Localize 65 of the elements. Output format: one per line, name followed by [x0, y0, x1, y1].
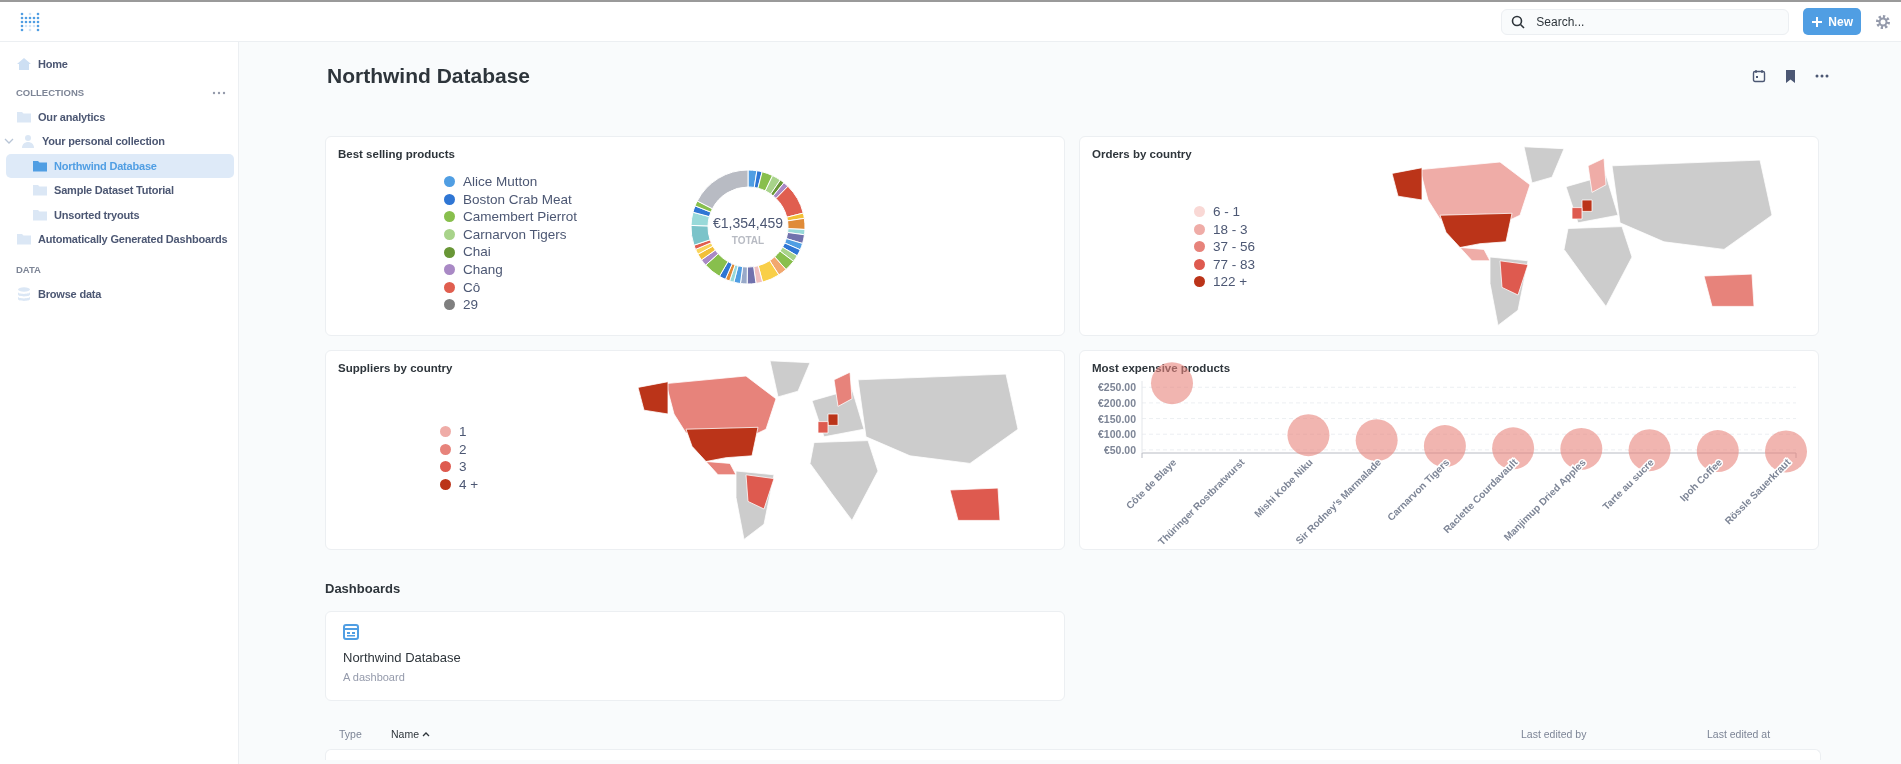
- section-heading: Dashboards: [325, 580, 402, 598]
- donut-slice: [769, 256, 787, 276]
- search-field[interactable]: Search...: [1501, 8, 1790, 35]
- legend-label: 1: [459, 425, 467, 439]
- folder-icon: [32, 182, 48, 199]
- sidebar-item[interactable]: Unsorted tryouts: [6, 202, 234, 227]
- legend-label: Carnarvon Tigers: [463, 227, 567, 242]
- database-icon: [16, 285, 32, 302]
- calendar-icon[interactable]: [1752, 69, 1766, 83]
- sidebar-item[interactable]: Sample Dataset Tutorial: [6, 178, 234, 203]
- axis-label: €200.00: [1098, 396, 1136, 409]
- dashboard-title: Northwind Database: [343, 650, 462, 665]
- more-icon[interactable]: [1815, 74, 1829, 78]
- legend-label: Camembert Pierrot: [463, 210, 578, 224]
- caret-icon: [422, 731, 430, 737]
- sidebar-item[interactable]: Our analytics: [6, 104, 234, 129]
- plus-icon: [1811, 15, 1824, 28]
- axis-label: €100.00: [1098, 428, 1136, 441]
- legend-label: Chai: [463, 245, 491, 259]
- card-title: Best selling products: [338, 148, 455, 160]
- legend-label: Boston Crab Meat: [463, 192, 572, 207]
- bubble: [1355, 419, 1398, 462]
- sidebar-item[interactable]: Home: [6, 52, 234, 77]
- axis-label: €150.00: [1098, 412, 1136, 425]
- logo-icon: [20, 11, 40, 32]
- legend-label: 2: [459, 442, 467, 456]
- bookmark-icon[interactable]: [1784, 69, 1797, 83]
- legend-label: 122 +: [1213, 275, 1248, 289]
- folder-icon: [16, 231, 32, 248]
- legend-label: Alice Mutton: [463, 175, 538, 189]
- bubble: [1287, 414, 1330, 457]
- legend-label: 18 - 3: [1213, 222, 1248, 236]
- donut-slice: [739, 266, 748, 285]
- legend-label: 29: [463, 298, 479, 312]
- axis-label: €50.00: [1103, 443, 1136, 456]
- card-title: Orders by country: [1092, 148, 1192, 160]
- column-header[interactable]: Last edited by: [1521, 728, 1587, 740]
- legend-label: 3: [459, 460, 467, 474]
- total-value: €1,354,459: [712, 215, 784, 231]
- column-header[interactable]: Name: [391, 728, 430, 740]
- legend-label: Cô: [463, 280, 481, 295]
- person-icon: [20, 133, 36, 150]
- home-icon: [16, 56, 32, 73]
- settings-icon[interactable]: [1875, 13, 1891, 30]
- section-heading: DATA: [16, 264, 41, 275]
- search-icon: [1511, 14, 1526, 29]
- legend-label: 6 - 1: [1213, 205, 1240, 219]
- dashboard-icon: [343, 624, 359, 640]
- card-title: Most expensive products: [1092, 362, 1231, 374]
- legend-label: 77 - 83: [1213, 257, 1256, 271]
- axis-label: €250.00: [1098, 381, 1136, 394]
- column-header[interactable]: Type: [339, 728, 362, 740]
- page-title: Northwind Database: [327, 64, 532, 88]
- sidebar-item[interactable]: Your personal collection: [6, 129, 234, 154]
- card-title: Suppliers by country: [338, 362, 453, 374]
- legend-label: 37 - 56: [1213, 240, 1256, 254]
- sidebar-item[interactable]: Automatically Generated Dashboards: [6, 227, 234, 252]
- dashboard-card[interactable]: Northwind Database A dashboard: [325, 611, 1065, 701]
- legend-label: Chang: [463, 262, 503, 277]
- total-label: TOTAL: [731, 235, 765, 246]
- section-heading: COLLECTIONS: [16, 87, 85, 98]
- column-header[interactable]: Last edited at: [1707, 728, 1771, 740]
- sidebar-item[interactable]: Browse data: [6, 281, 234, 306]
- legend-label: 4 +: [459, 477, 479, 491]
- dashboard-description: A dashboard: [343, 671, 406, 683]
